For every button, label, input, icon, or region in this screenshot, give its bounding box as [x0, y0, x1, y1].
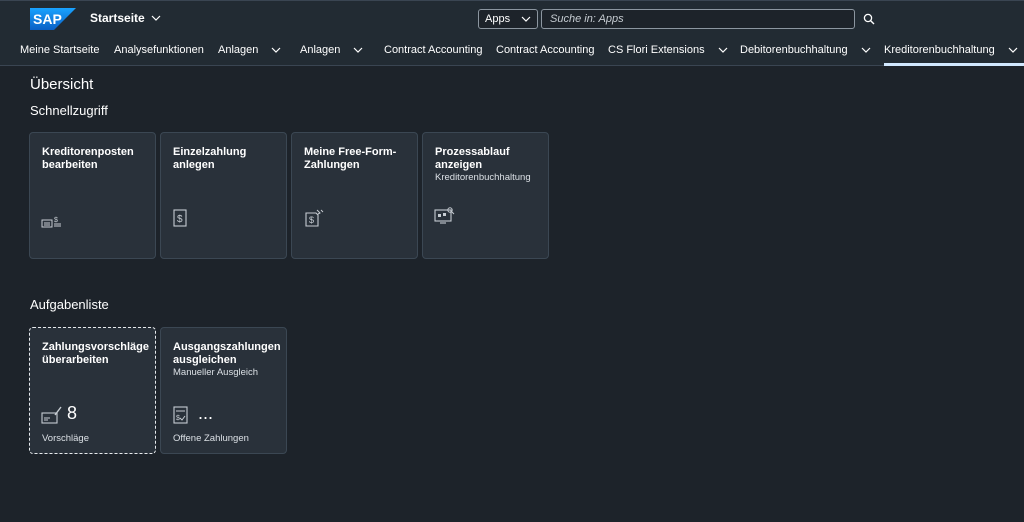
- payment-proposal-icon: [41, 405, 63, 425]
- tab-label: Anlagen: [300, 44, 341, 56]
- shell-bar: SAP Startseite Apps: [0, 0, 1024, 34]
- tile-zahlungsvorschlaege-ueberarbeiten[interactable]: Zahlungsvorschläge überarbeiten 8 Vorsch…: [29, 327, 156, 454]
- tab-cs-flori-extensions[interactable]: CS Flori Extensions: [608, 34, 728, 66]
- tile-prozessablauf-anzeigen[interactable]: Prozessablauf anzeigen Kreditorenbuchhal…: [422, 132, 549, 259]
- section-title-quick-access: Schnellzugriff: [30, 103, 108, 118]
- tile-kreditorenposten-bearbeiten[interactable]: Kreditorenposten bearbeiten $: [29, 132, 156, 259]
- home-title-menu[interactable]: Startseite: [90, 11, 161, 25]
- page-title: Übersicht: [30, 76, 94, 93]
- chevron-down-icon[interactable]: [271, 45, 281, 55]
- tab-label: Contract Accounting: [496, 44, 595, 56]
- chevron-down-icon[interactable]: [718, 45, 728, 55]
- search-icon: [863, 13, 875, 25]
- tile-subtitle: Kreditorenbuchhaltung: [435, 172, 531, 183]
- kpi-value: 8: [67, 403, 78, 423]
- svg-text:$: $: [54, 217, 58, 224]
- svg-text:$: $: [177, 214, 183, 225]
- tile-meine-free-form-zahlungen[interactable]: Meine Free-Form-Zahlungen $: [291, 132, 418, 259]
- kpi-value: ...: [198, 403, 214, 423]
- search-button[interactable]: [860, 10, 878, 28]
- tab-kreditorenbuchhaltung[interactable]: Kreditorenbuchhaltung: [884, 34, 1024, 66]
- payment-document-icon: $: [172, 209, 194, 227]
- home-title-label: Startseite: [90, 11, 145, 25]
- tile-subtitle: Manueller Ausgleich: [173, 367, 259, 378]
- tab-label: Analysefunktionen: [114, 44, 204, 56]
- chevron-down-icon[interactable]: [861, 45, 871, 55]
- chevron-down-icon: [521, 16, 531, 22]
- section-title-task-list: Aufgabenliste: [30, 297, 109, 312]
- tile-footer: Offene Zahlungen: [173, 433, 249, 444]
- tab-debitorenbuchhaltung[interactable]: Debitorenbuchhaltung: [740, 34, 871, 66]
- tile-title: Ausgangszahlungen ausgleichen: [173, 341, 281, 366]
- tab-analysefunktionen[interactable]: Analysefunktionen: [114, 34, 204, 66]
- tab-label: CS Flori Extensions: [608, 44, 705, 56]
- tab-anlagen-1[interactable]: Anlagen: [218, 34, 281, 66]
- tile-title: Prozessablauf anzeigen: [435, 146, 510, 171]
- sap-logo-text: SAP: [33, 11, 62, 27]
- chevron-down-icon[interactable]: [353, 45, 363, 55]
- search-scope-select[interactable]: Apps: [478, 9, 538, 29]
- tab-anlagen-2[interactable]: Anlagen: [300, 34, 363, 66]
- account-payable-icon: $: [41, 213, 63, 231]
- tab-meine-startseite[interactable]: Meine Startseite: [20, 34, 99, 66]
- tab-label: Anlagen: [218, 44, 259, 56]
- tile-footer: Vorschläge: [42, 433, 90, 444]
- tile-einzelzahlung-anlegen[interactable]: Einzelzahlung anlegen $: [160, 132, 287, 259]
- tile-title: Kreditorenposten bearbeiten: [42, 146, 134, 171]
- process-monitor-icon: [434, 207, 456, 225]
- sap-logo[interactable]: SAP: [30, 8, 76, 30]
- tile-ausgangszahlungen-ausgleichen[interactable]: Ausgangszahlungen ausgleichen Manueller …: [160, 327, 287, 454]
- chevron-down-icon[interactable]: [1008, 45, 1018, 55]
- tile-title: Einzelzahlung anlegen: [173, 146, 247, 171]
- search-scope-value: Apps: [485, 13, 511, 25]
- tab-label: Meine Startseite: [20, 44, 100, 56]
- tile-title: Meine Free-Form-Zahlungen: [304, 146, 397, 171]
- tile-title: Zahlungsvorschläge überarbeiten: [42, 341, 149, 366]
- payment-edit-icon: $: [303, 209, 325, 227]
- clearing-document-icon: $: [172, 405, 194, 425]
- tab-contract-accounting-2[interactable]: Contract Accounting: [496, 34, 594, 66]
- svg-text:$: $: [176, 415, 180, 422]
- tab-contract-accounting-1[interactable]: Contract Accounting: [384, 34, 482, 66]
- search-input[interactable]: [541, 9, 855, 29]
- tab-label: Kreditorenbuchhaltung: [884, 44, 995, 56]
- tab-label: Debitorenbuchhaltung: [740, 44, 848, 56]
- space-tab-bar: Meine Startseite Analysefunktionen Anlag…: [0, 34, 1024, 66]
- tab-label: Contract Accounting: [384, 44, 483, 56]
- chevron-down-icon: [151, 15, 161, 21]
- svg-text:$: $: [309, 215, 314, 225]
